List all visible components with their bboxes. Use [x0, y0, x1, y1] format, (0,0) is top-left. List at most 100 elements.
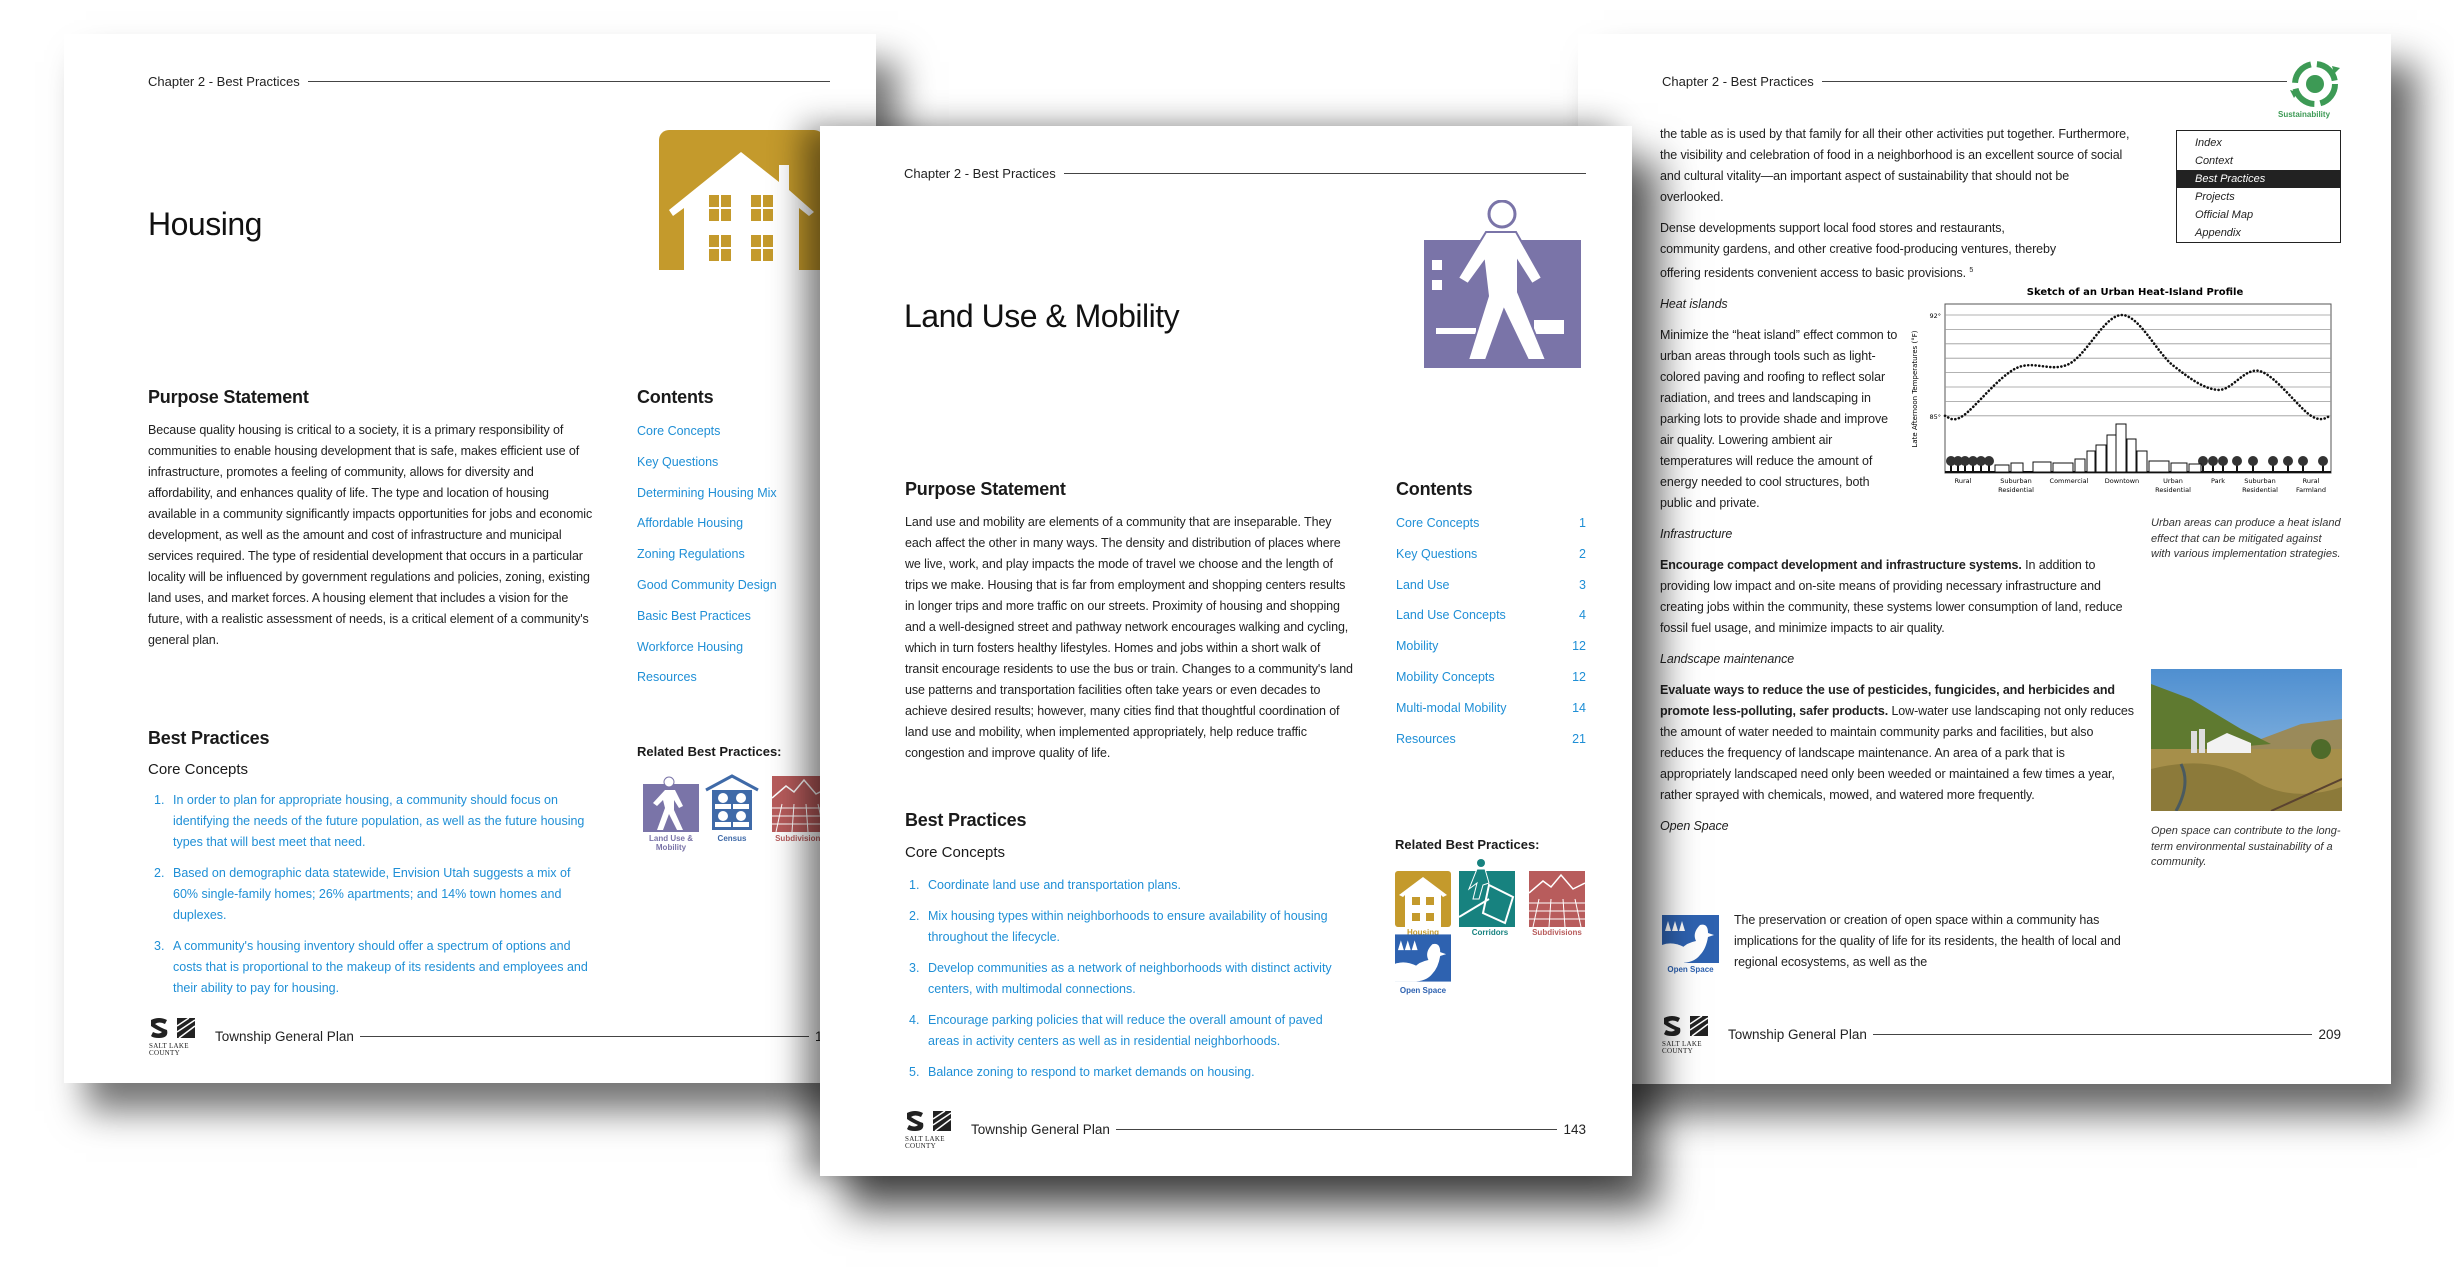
contents-label: Zoning Regulations [637, 547, 745, 562]
contents-label: Good Community Design [637, 577, 777, 592]
tree [2208, 456, 2218, 466]
tree [2218, 456, 2228, 466]
page-footer: SALT LAKE COUNTY Township General Plan 143 [905, 1109, 1586, 1150]
land-use-mobility-page: Chapter 2 - Best Practices Land Use & Mo… [820, 126, 1632, 1176]
related-label: Census [717, 834, 747, 843]
sustainability-label: Sustainability [2278, 110, 2331, 119]
footnote-ref: 5 [1969, 267, 1974, 274]
best-practices-heading: Best Practices [148, 728, 270, 748]
housing-page: Chapter 2 - Best Practices Housing Purpo… [64, 34, 876, 1083]
purpose-text: Because quality housing is critical to a… [148, 420, 596, 661]
section-heading: Open Space [1660, 819, 1729, 834]
building [2074, 458, 2086, 473]
y-axis-label: Late Afternoon Temperatures (°F) [1911, 330, 1919, 447]
tree [2283, 456, 2293, 466]
core-concepts-heading: Core Concepts [148, 761, 249, 778]
tree [2232, 456, 2242, 466]
index-item-active[interactable]: Best Practices [2177, 170, 2340, 188]
page-header: Chapter 2 - Best Practices [904, 165, 1586, 181]
census-icon[interactable] [704, 774, 760, 830]
related-label: Corridors [1471, 928, 1509, 937]
contents-item[interactable]: Land Use Concepts 4 [1396, 600, 1586, 631]
list-item: 5. Balance zoning to respond to market de… [909, 1065, 1255, 1079]
contents-page: 12 [1572, 669, 1586, 684]
contents-heading: Contents [637, 387, 714, 407]
index-item[interactable]: Official Map [2177, 206, 2340, 224]
building [2032, 461, 2052, 473]
page-title: Housing [148, 206, 262, 242]
item-text: Based on demographic data statewide, Env… [173, 866, 571, 922]
open-space-icon[interactable] [1662, 915, 1719, 963]
building [2148, 460, 2170, 473]
contents-label: Resources [637, 670, 697, 685]
walking-person-icon [1424, 200, 1581, 368]
salt-lake-county-logo: SALT LAKE COUNTY [905, 1109, 961, 1150]
open-space-photo [2151, 669, 2342, 811]
list-item: 1. Coordinate land use and transportation… [909, 878, 1181, 892]
tree [2248, 456, 2258, 466]
section-heading: Infrastructure [1660, 527, 1733, 542]
contents-item[interactable]: Resources 21 [1396, 724, 1586, 755]
contents-page: 1 [1579, 516, 1586, 530]
x-tick-label: Suburban Residential [1998, 477, 2034, 494]
page-header: Chapter 2 - Best Practices [148, 73, 830, 89]
paragraph: Minimize the “heat island” effect common… [1660, 328, 1898, 511]
x-tick-label: Rural [1955, 477, 1972, 485]
paragraph: Encourage compact development and infras… [1660, 558, 2123, 636]
contents-item[interactable]: Mobility Concepts 12 [1396, 662, 1586, 693]
contents-item[interactable]: Key Questions 2 [1396, 539, 1586, 570]
contents-item[interactable]: Core Concepts 1 [1396, 508, 1586, 539]
x-tick-label: Urban Residential [2155, 477, 2191, 494]
building [2170, 462, 2188, 473]
sustainability-recycle-icon [2290, 61, 2340, 107]
tree [1984, 456, 1994, 466]
building [2126, 438, 2137, 473]
contents-item[interactable]: Land Use 3 [1396, 570, 1586, 601]
corridors-icon[interactable] [1459, 859, 1515, 927]
chart-caption: Urban areas can produce a heat island ef… [2151, 517, 2341, 561]
contents-page: 4 [1579, 608, 1586, 623]
related-label: Subdivisions [1532, 928, 1582, 937]
header-rule [1821, 80, 2287, 82]
x-tick-label: Downtown [2105, 477, 2139, 485]
contents-page: 2 [1579, 546, 1586, 561]
item-text: In order to plan for appropriate housing… [173, 793, 585, 849]
contents-label: Basic Best Practices [637, 608, 751, 623]
page-title: Land Use & Mobility [904, 298, 1180, 334]
purpose-text: Land use and mobility are elements of a … [905, 512, 1353, 774]
x-tick-label: Commercial [2050, 477, 2089, 485]
building [2106, 434, 2117, 473]
building [2095, 444, 2107, 473]
contents-item[interactable]: Mobility 12 [1396, 631, 1586, 662]
city-skyline-illustration [1945, 423, 2331, 473]
contents-label: Workforce Housing [637, 639, 744, 654]
index-item[interactable]: Projects [2177, 188, 2340, 206]
heat-island-chart: Sketch of an Urban Heat-Island Profile L… [1911, 287, 2333, 494]
building [2010, 462, 2024, 473]
housing-icon[interactable] [1395, 871, 1451, 927]
core-concepts-heading: Core Concepts [905, 844, 1006, 861]
purpose-heading: Purpose Statement [905, 479, 1066, 499]
footer-title: Township General Plan [971, 1121, 1110, 1137]
contents-item[interactable]: Multi-modal Mobility 14 [1396, 693, 1586, 724]
index-item[interactable]: Context [2177, 152, 2340, 170]
open-space-icon[interactable] [1395, 933, 1451, 983]
building [2188, 463, 2202, 473]
salt-lake-county-logo: SALT LAKE COUNTY [1662, 1014, 1718, 1055]
index-item[interactable]: Appendix [2177, 224, 2340, 242]
chapter-label: Chapter 2 - Best Practices [1662, 73, 1814, 89]
list-item: 3. Develop communities as a network of ne… [909, 961, 1332, 996]
header-rule [307, 80, 830, 82]
item-text: A community's housing inventory should o… [173, 939, 588, 995]
sustainability-page: Chapter 2 - Best Practices Sustainabilit… [1578, 34, 2391, 1084]
core-concepts-list: 1. Coordinate land use and transportation… [909, 875, 1354, 1093]
section-heading: Landscape maintenance [1660, 652, 1795, 667]
salt-lake-county-logo: SALT LAKE COUNTY [149, 1016, 205, 1057]
land-use-mobility-icon[interactable] [643, 776, 699, 832]
contents-list: Core Concepts 1 Key Questions 2 Land Use 3 … [1396, 508, 1586, 754]
subdivisions-icon[interactable] [1529, 871, 1585, 927]
building [2115, 423, 2127, 473]
index-item[interactable]: Index [2177, 134, 2340, 152]
related-label: Open Space [1399, 986, 1447, 995]
temperature-profile-line [1943, 313, 2333, 421]
